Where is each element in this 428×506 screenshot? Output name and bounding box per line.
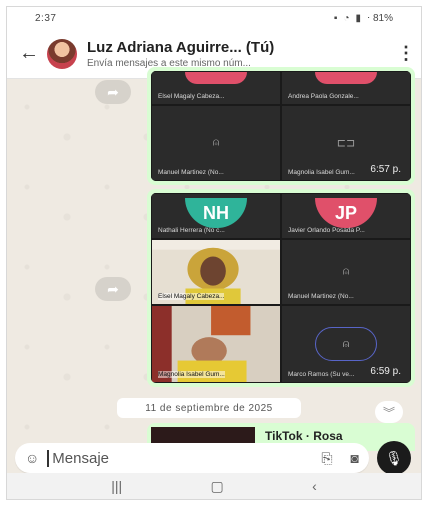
- camera-off-icon: ⊏⊐: [336, 137, 356, 150]
- image-message-1[interactable]: Elsel Magaly Cabeza... Andrea Paola Gonz…: [147, 67, 415, 185]
- speaking-ring: ⍝: [315, 327, 377, 361]
- chat-title: Luz Adriana Aguirre... (Tú): [87, 38, 275, 56]
- chat-title-block[interactable]: Luz Adriana Aguirre... (Tú) Envía mensaj…: [87, 39, 397, 69]
- message-input[interactable]: [47, 449, 304, 467]
- more-options-icon[interactable]: ⋮: [397, 43, 415, 64]
- system-nav-bar: ||| ▢ ‹: [7, 473, 421, 499]
- participant-name: Nathali Herrera (No c...: [158, 227, 225, 234]
- signal-icon: ▮: [355, 12, 362, 24]
- participant-initials: NH: [185, 198, 247, 228]
- participant-tile: NH Nathali Herrera (No c...: [151, 193, 281, 239]
- participant-tile: JP Javier Orlando Posada P...: [281, 193, 411, 239]
- avatar[interactable]: [47, 38, 77, 69]
- message-input-pill: ☺ ⎘ ◙: [15, 443, 369, 473]
- composer-bar: ☺ ⎘ ◙ 🎙: [7, 441, 421, 475]
- back-nav-icon[interactable]: ‹: [312, 478, 317, 494]
- mic-button[interactable]: 🎙: [377, 441, 411, 475]
- participant-tile: Andrea Paola Gonzale...: [281, 71, 411, 105]
- attach-icon[interactable]: ⎘: [321, 450, 332, 467]
- participant-tile: ⍝ Manuel Martinez (No...: [151, 105, 281, 181]
- battery-label: ⋅ 81%: [367, 12, 393, 24]
- participant-name: Magnolia Isabel Gum...: [288, 169, 355, 176]
- notification-icon: ▪: [333, 12, 338, 24]
- participant-tile: ⍝ Manuel Martinez (No...: [281, 239, 411, 305]
- person-icon: ⍝: [342, 265, 350, 278]
- forward-icon: ➦: [107, 83, 119, 100]
- person-icon: ⍝: [212, 136, 220, 149]
- participant-name: Manuel Martinez (No...: [288, 293, 354, 300]
- home-icon[interactable]: ▢: [211, 478, 224, 495]
- camera-icon[interactable]: ◙: [351, 450, 359, 466]
- meeting-screenshot-1: Elsel Magaly Cabeza... Andrea Paola Gonz…: [151, 71, 411, 181]
- message-time: 6:59 p.: [370, 366, 401, 377]
- participant-tile: Elsel Magaly Cabeza...: [151, 71, 281, 105]
- status-time: 2:37: [35, 12, 57, 24]
- participant-name: Marco Ramos (Su ve...: [288, 371, 355, 378]
- participant-name: Elsel Magaly Cabeza...: [158, 93, 225, 100]
- participant-name: Manuel Martinez (No...: [158, 169, 224, 176]
- forward-icon: ➦: [107, 280, 119, 297]
- participant-video: Elsel Magaly Cabeza...: [151, 239, 281, 305]
- forward-button[interactable]: ➦: [95, 80, 131, 104]
- participant-name: Magnolia Isabel Gum...: [158, 371, 225, 378]
- participant-name: Javier Orlando Posada P...: [288, 227, 365, 234]
- participant-initials: JP: [315, 198, 377, 228]
- chevron-down-icon: ︾: [382, 405, 395, 420]
- image-message-2[interactable]: NH Nathali Herrera (No c... JP Javier Or…: [147, 189, 415, 387]
- message-time: 6:57 p.: [370, 164, 401, 175]
- mic-icon: 🎙: [385, 449, 403, 466]
- participant-name: Elsel Magaly Cabeza...: [158, 293, 225, 300]
- meeting-screenshot-2: NH Nathali Herrera (No c... JP Javier Or…: [151, 193, 411, 383]
- screen-frame: 2:37 ▪ ◔ ▮ ⋅ 81% ← Luz Adriana Aguirre..…: [6, 6, 422, 500]
- participant-name: Andrea Paola Gonzale...: [288, 93, 359, 100]
- participant-video: Magnolia Isabel Gum...: [151, 305, 281, 383]
- wifi-icon: ◔: [343, 12, 350, 24]
- back-arrow-icon[interactable]: ←: [19, 42, 39, 65]
- status-bar: 2:37 ▪ ◔ ▮ ⋅ 81%: [7, 7, 421, 29]
- emoji-icon[interactable]: ☺: [25, 450, 39, 466]
- recent-apps-icon[interactable]: |||: [111, 478, 122, 494]
- person-icon: ⍝: [342, 337, 350, 350]
- forward-button[interactable]: ➦: [95, 277, 131, 301]
- scroll-to-bottom-button[interactable]: ︾: [375, 401, 403, 423]
- date-separator: 11 de septiembre de 2025: [117, 398, 301, 418]
